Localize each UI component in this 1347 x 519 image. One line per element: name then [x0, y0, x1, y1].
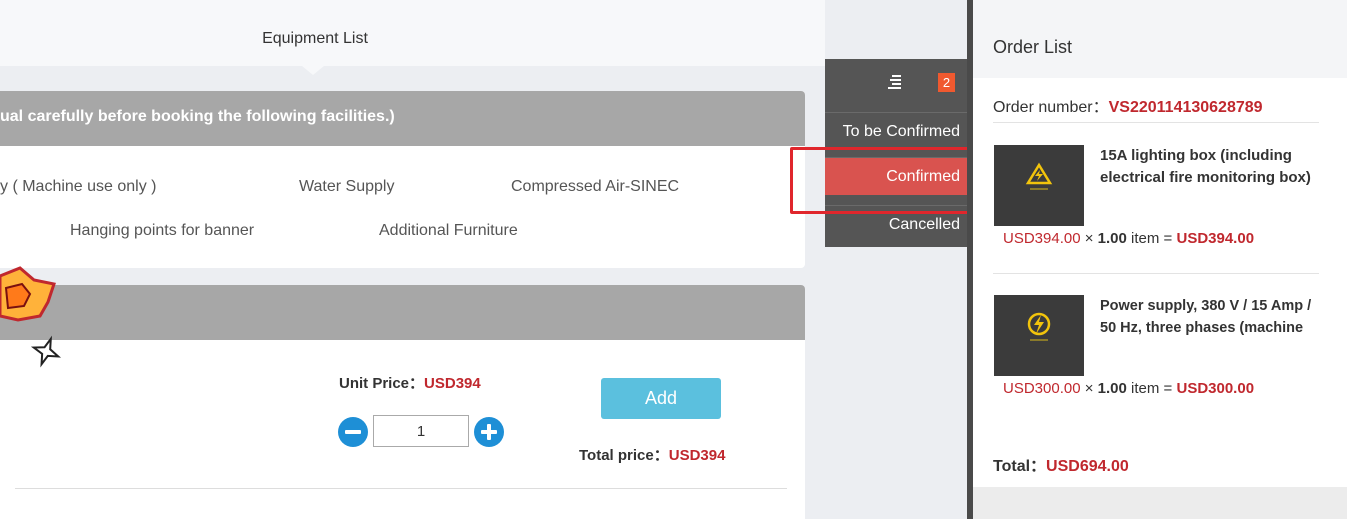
quantity-input[interactable] — [373, 415, 469, 447]
order-number-value: VS220114130628789 — [1108, 99, 1263, 116]
item-thumbnail — [994, 145, 1084, 226]
add-button[interactable]: Add — [601, 378, 721, 419]
item-thumbnail — [994, 295, 1084, 376]
product-panel-header — [0, 285, 805, 340]
item-unit: item = — [1126, 230, 1177, 247]
separator — [993, 122, 1319, 123]
order-item-price-line: USD394.00 × 1.00 item = USD394.00 — [1003, 230, 1254, 247]
annotation-highlight-box — [790, 147, 990, 214]
times-sign: × — [1080, 230, 1098, 247]
tab-equipment-list[interactable]: Equipment List — [215, 30, 415, 48]
order-count-badge: 2 — [938, 73, 955, 92]
category-additional-furniture[interactable]: Additional Furniture — [379, 222, 518, 240]
status-menu-header[interactable]: 2 — [825, 59, 967, 108]
unit-price-value: USD394 — [424, 375, 481, 392]
total-price-label: Total price： — [579, 447, 669, 464]
item-unit: item = — [1126, 380, 1177, 397]
notice-text: ual carefully before booking the followi… — [0, 108, 395, 125]
increase-quantity-button[interactable] — [474, 417, 504, 447]
order-list-header: Order List — [973, 0, 1347, 78]
order-list-footer — [973, 487, 1347, 519]
item-subtotal: USD394.00 — [1176, 230, 1255, 247]
category-water-supply[interactable]: Water Supply — [299, 178, 394, 196]
order-list-title: Order List — [993, 37, 1073, 57]
order-item-name: Power supply, 380 V / 15 Amp / 50 Hz, th… — [1100, 298, 1312, 336]
category-compressed-air[interactable]: Compressed Air-SINEC — [511, 178, 679, 196]
active-tab-caret — [302, 66, 324, 75]
separator — [993, 273, 1319, 274]
order-total: Total：USD694.00 — [993, 452, 1129, 476]
item-subtotal: USD300.00 — [1176, 380, 1255, 397]
order-number-label: Order number： — [993, 99, 1109, 116]
menu-to-be-confirmed[interactable]: To be Confirmed — [825, 112, 967, 150]
promo-sticker-icon — [0, 266, 62, 368]
item-qty: 1.00 — [1097, 380, 1127, 397]
item-price: USD394.00 — [1003, 230, 1081, 247]
order-total-value: USD694.00 — [1046, 458, 1129, 475]
notice-header: ual carefully before booking the followi… — [0, 91, 805, 146]
list-icon — [888, 75, 901, 89]
total-price: Total price：USD394 — [579, 444, 725, 465]
total-price-value: USD394 — [668, 447, 726, 464]
times-sign: × — [1080, 380, 1098, 397]
order-item-name: 15A lighting box (including electrical f… — [1100, 147, 1311, 186]
order-number: Order number：VS220114130628789 — [993, 93, 1263, 117]
tab-bar: Equipment List — [0, 0, 825, 66]
power-bolt-icon — [1027, 312, 1051, 341]
order-total-label: Total： — [993, 458, 1047, 475]
equipment-main-area: Equipment List ual carefully before book… — [0, 0, 825, 519]
category-electricity[interactable]: y ( Machine use only ) — [0, 178, 157, 196]
row-divider — [15, 488, 787, 489]
unit-price-label: Unit Price： — [339, 375, 425, 392]
unit-price: Unit Price：USD394 — [339, 372, 481, 393]
order-list-panel: Order List Order number：VS22011413062878… — [973, 0, 1347, 519]
item-price: USD300.00 — [1003, 380, 1081, 397]
order-item-price-line: USD300.00 × 1.00 item = USD300.00 — [1003, 380, 1254, 397]
lightning-warning-icon — [1025, 162, 1053, 190]
decrease-quantity-button[interactable] — [338, 417, 368, 447]
item-qty: 1.00 — [1097, 230, 1127, 247]
facilities-panel: ual carefully before booking the followi… — [0, 91, 805, 268]
category-hanging-points[interactable]: Hanging points for banner — [70, 222, 254, 240]
